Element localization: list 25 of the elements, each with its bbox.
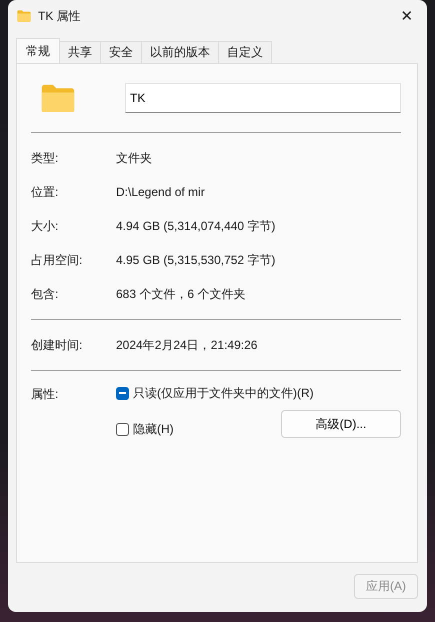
field-value: D:\Legend of mir: [116, 185, 205, 199]
field-value: 4.94 GB (5,314,074,440 字节): [116, 218, 276, 234]
tab[interactable]: 常规: [16, 38, 60, 63]
folder-icon: [41, 84, 75, 112]
checkbox-label[interactable]: 只读(仅应用于文件夹中的文件)(R): [133, 384, 314, 402]
field-label: 类型:: [31, 150, 60, 166]
field-label: 包含:: [31, 286, 60, 302]
field-label: 占用空间:: [31, 252, 84, 268]
field-label: 创建时间:: [31, 336, 84, 354]
field-value: 2024年2月24日，21:49:26: [116, 336, 258, 354]
close-button[interactable]: ✕: [387, 0, 427, 32]
field-label: 位置:: [31, 184, 60, 200]
checkbox[interactable]: [116, 422, 129, 436]
field-value: 4.95 GB (5,315,530,752 字节): [116, 252, 276, 268]
window-title: TK 属性: [38, 8, 82, 24]
field-value: 683 个文件，6 个文件夹: [116, 286, 246, 302]
advanced-button[interactable]: 高级(D)...: [281, 410, 401, 438]
checkbox[interactable]: [116, 386, 129, 400]
field-value: 文件夹: [116, 150, 152, 166]
name-field[interactable]: TK: [125, 83, 401, 113]
field-label: 大小:: [31, 218, 60, 234]
checkbox-label[interactable]: 隐藏(H): [133, 420, 174, 438]
folder-icon: [17, 10, 31, 22]
tab[interactable]: 自定义: [218, 41, 272, 63]
field-label: 属性:: [31, 386, 60, 403]
